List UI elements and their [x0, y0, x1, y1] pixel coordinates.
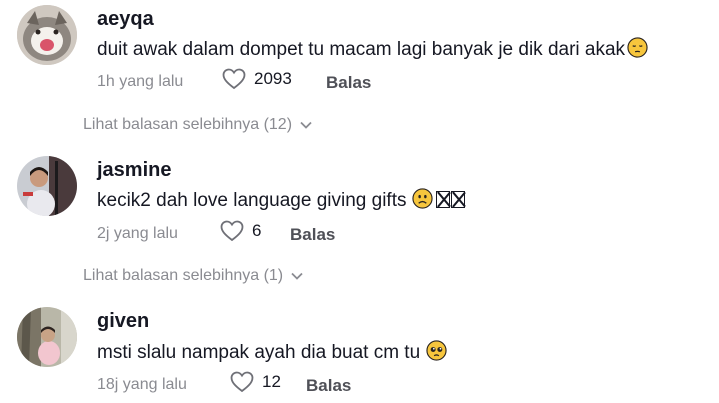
view-more-replies[interactable]: Lihat balasan selebihnya (12): [83, 116, 312, 134]
comment-timestamp: 18j yang lalu: [97, 376, 187, 393]
comment-timestamp: 1h yang lalu: [97, 73, 184, 90]
like-button[interactable]: 12: [230, 371, 281, 393]
missing-glyph-icon: [436, 191, 451, 208]
reply-button[interactable]: Balas: [306, 376, 351, 396]
comment-username[interactable]: aeyqa: [97, 8, 154, 31]
chevron-down-icon: [300, 121, 312, 129]
like-button[interactable]: 6: [220, 220, 261, 242]
view-more-replies[interactable]: Lihat balasan selebihnya (1): [83, 267, 303, 285]
chevron-down-icon: [291, 272, 303, 280]
heart-icon: [220, 220, 244, 242]
comment-text: msti slalu nampak ayah dia buat cm tu: [97, 340, 447, 364]
like-count: 2093: [254, 69, 292, 88]
avatar[interactable]: [17, 156, 77, 216]
slightly-frowning-face-emoji: [412, 188, 434, 209]
reply-button[interactable]: Balas: [290, 225, 335, 245]
like-count: 6: [252, 221, 262, 240]
comment-timestamp: 2j yang lalu: [97, 225, 178, 242]
comment-text-content: msti slalu nampak ayah dia buat cm tu: [97, 342, 421, 363]
like-button[interactable]: 2093: [222, 68, 292, 90]
comment-username[interactable]: given: [97, 310, 149, 333]
missing-glyph-icon: [451, 191, 466, 208]
comment-text: duit awak dalam dompet tu macam lagi ban…: [97, 37, 648, 61]
heart-icon: [230, 371, 254, 393]
pensive-face-emoji: [627, 37, 648, 58]
avatar[interactable]: [17, 5, 77, 65]
view-more-replies-label: Lihat balasan selebihnya (12): [83, 116, 293, 133]
view-more-replies-label: Lihat balasan selebihnya (1): [83, 267, 284, 284]
comment-username[interactable]: jasmine: [97, 159, 171, 182]
reply-button[interactable]: Balas: [326, 73, 371, 93]
avatar[interactable]: [17, 307, 77, 367]
comment-text: kecik2 dah love language giving gifts: [97, 188, 466, 212]
comment-text-content: kecik2 dah love language giving gifts: [97, 190, 407, 211]
like-count: 12: [262, 372, 281, 391]
pleading-face-emoji: [426, 340, 447, 361]
heart-icon: [222, 68, 246, 90]
comment-text-content: duit awak dalam dompet tu macam lagi ban…: [97, 39, 626, 60]
